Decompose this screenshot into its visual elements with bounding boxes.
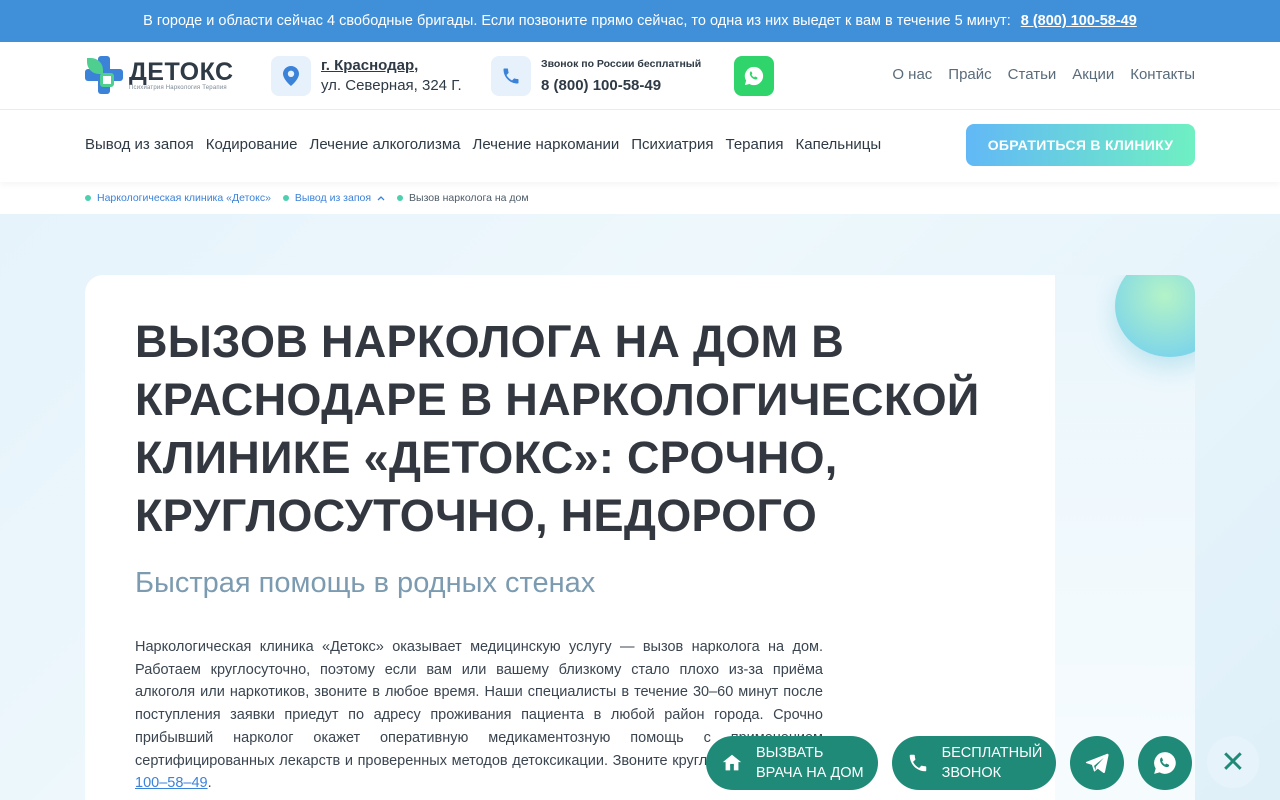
site-header: ДЕТОКС Психиатрия Наркология Терапия г. … xyxy=(0,42,1280,110)
page-subtitle: Быстрая помощь в родных стенах xyxy=(135,567,596,599)
nav-item-withdrawal[interactable]: Вывод из запоя xyxy=(85,136,194,153)
map-pin-icon xyxy=(271,56,311,96)
city-link[interactable]: г. Краснодар, xyxy=(321,56,462,76)
top-announcement-bar: В городе и области сейчас 4 свободные бр… xyxy=(0,0,1280,42)
announcement-phone-link[interactable]: 8 (800) 100-58-49 xyxy=(1021,13,1137,29)
nav-item-psychiatry[interactable]: Психиатрия xyxy=(631,136,713,153)
phone-caption: Звонок по России бесплатный xyxy=(541,58,702,70)
main-nav: Вывод из запоя Кодирование Лечение алког… xyxy=(0,110,1280,182)
telegram-button[interactable] xyxy=(1070,736,1125,790)
street-address: ул. Северная, 324 Г. xyxy=(321,77,462,94)
nav-item-drug-addiction[interactable]: Лечение наркомании xyxy=(472,136,619,153)
header-phone-link[interactable]: 8 (800) 100-58-49 xyxy=(541,75,701,97)
top-nav-articles[interactable]: Статьи xyxy=(1008,66,1057,83)
breadcrumb-dot-icon xyxy=(397,195,404,201)
logo[interactable]: ДЕТОКС Психиатрия Наркология Терапия xyxy=(85,56,234,94)
nav-item-therapy[interactable]: Терапия xyxy=(726,136,784,153)
breadcrumb-dot-icon xyxy=(85,195,91,201)
announcement-text: В городе и области сейчас 4 свободные бр… xyxy=(143,13,1011,29)
whatsapp-icon xyxy=(1154,752,1177,774)
nav-item-coding[interactable]: Кодирование xyxy=(206,136,298,153)
top-nav: О нас Прайс Статьи Акции Контакты xyxy=(892,66,1195,83)
top-nav-price[interactable]: Прайс xyxy=(948,66,991,83)
phone-icon xyxy=(904,749,932,777)
breadcrumb-dot-icon xyxy=(282,195,289,201)
floating-actions: Вызвать врача на дом Бесплатный звонок xyxy=(706,736,1193,790)
call-doctor-button[interactable]: Вызвать врача на дом xyxy=(706,736,878,790)
nav-item-alcoholism[interactable]: Лечение алкоголизма xyxy=(309,136,460,153)
page-title: Вызов нарколога на дом в Краснодаре в на… xyxy=(135,316,980,541)
home-icon xyxy=(718,749,746,777)
free-call-button[interactable]: Бесплатный звонок xyxy=(891,736,1057,790)
whatsapp-float-button[interactable] xyxy=(1138,736,1193,790)
top-nav-contacts[interactable]: Контакты xyxy=(1130,66,1195,83)
phone-icon xyxy=(491,56,531,96)
breadcrumb: Наркологическая клиника «Детокс» Вывод и… xyxy=(0,182,1280,214)
telegram-icon xyxy=(1086,753,1109,774)
hero-section: Вызов нарколога на дом в Краснодаре в на… xyxy=(0,214,1280,800)
chevron-up-icon xyxy=(377,196,385,201)
whatsapp-icon xyxy=(744,66,764,86)
contact-clinic-button[interactable]: ОБРАТИТЬСЯ В КЛИНИКУ xyxy=(966,124,1195,166)
close-icon: ✕ xyxy=(1220,745,1246,779)
breadcrumb-item[interactable]: Вывод из запоя xyxy=(282,192,385,204)
breadcrumb-item[interactable]: Наркологическая клиника «Детокс» xyxy=(85,192,271,204)
logo-cross-icon xyxy=(85,56,123,94)
logo-name: ДЕТОКС xyxy=(129,58,234,86)
header-phone-block: Звонок по России бесплатный 8 (800) 100-… xyxy=(491,56,701,97)
whatsapp-button[interactable] xyxy=(734,56,774,96)
logo-tagline: Психиатрия Наркология Терапия xyxy=(129,85,227,91)
address-block: г. Краснодар, ул. Северная, 324 Г. xyxy=(271,56,462,96)
breadcrumb-current: Вызов нарколога на дом xyxy=(397,192,529,204)
close-floating-button[interactable]: ✕ xyxy=(1207,736,1259,788)
nav-item-drips[interactable]: Капельницы xyxy=(796,136,882,153)
hero-card: Вызов нарколога на дом в Краснодаре в на… xyxy=(85,275,1195,800)
top-nav-promotions[interactable]: Акции xyxy=(1072,66,1114,83)
top-nav-about[interactable]: О нас xyxy=(892,66,932,83)
